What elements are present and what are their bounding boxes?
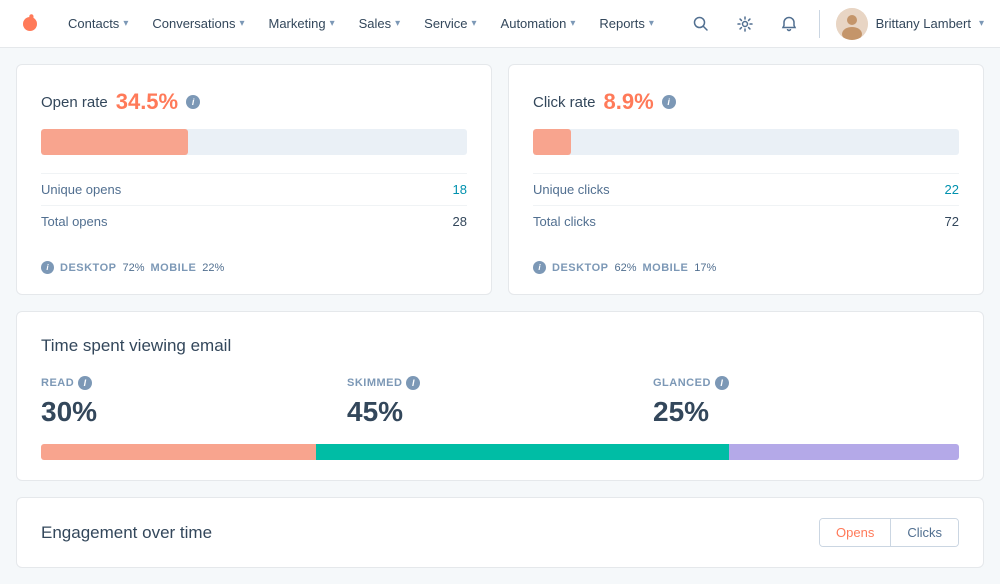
total-clicks-label: Total clicks	[533, 214, 596, 229]
nav-divider	[819, 10, 820, 38]
click-rate-card: Click rate 8.9% i Unique clicks 22 Total…	[508, 64, 984, 295]
open-rate-footer: i DESKTOP 72% MOBILE 22%	[41, 251, 467, 274]
cards-row: Open rate 34.5% i Unique opens 18 Total …	[16, 64, 984, 295]
chevron-down-icon: ▾	[472, 18, 477, 29]
open-rate-card: Open rate 34.5% i Unique opens 18 Total …	[16, 64, 492, 295]
read-label: READ i	[41, 376, 331, 390]
open-rate-progress-fill	[41, 129, 188, 155]
chevron-down-icon: ▾	[395, 18, 400, 29]
nav-item-contacts[interactable]: Contacts ▾	[56, 0, 140, 48]
click-rate-title: Click rate 8.9% i	[533, 89, 959, 115]
unique-opens-label: Unique opens	[41, 182, 121, 197]
avatar	[836, 8, 868, 40]
read-info-icon[interactable]: i	[78, 376, 92, 390]
chevron-down-icon: ▾	[570, 18, 575, 29]
nav-user[interactable]: Brittany Lambert ▾	[836, 8, 984, 40]
navbar: Contacts ▾ Conversations ▾ Marketing ▾ S…	[0, 0, 1000, 48]
time-bar-skimmed	[316, 444, 729, 460]
skimmed-info-icon[interactable]: i	[406, 376, 420, 390]
unique-opens-value: 18	[453, 182, 467, 197]
total-clicks-row: Total clicks 72	[533, 205, 959, 237]
click-rate-progress-fill	[533, 129, 571, 155]
mobile-value: 17%	[694, 262, 716, 274]
time-spent-card: Time spent viewing email READ i 30% SKIM…	[16, 311, 984, 481]
chevron-down-icon: ▾	[979, 18, 984, 29]
nav-right: Brittany Lambert ▾	[687, 8, 984, 40]
glanced-stat: GLANCED i 25%	[653, 376, 959, 428]
total-clicks-value: 72	[945, 214, 959, 229]
nav-items: Contacts ▾ Conversations ▾ Marketing ▾ S…	[56, 0, 687, 48]
open-rate-value: 34.5%	[116, 89, 178, 115]
skimmed-stat: SKIMMED i 45%	[347, 376, 653, 428]
toggle-clicks-button[interactable]: Clicks	[891, 519, 958, 546]
unique-clicks-label: Unique clicks	[533, 182, 610, 197]
nav-username: Brittany Lambert	[876, 16, 971, 31]
mobile-label: MOBILE	[643, 262, 689, 274]
nav-item-sales[interactable]: Sales ▾	[347, 0, 413, 48]
time-bar-read	[41, 444, 316, 460]
main-content: Open rate 34.5% i Unique opens 18 Total …	[0, 48, 1000, 584]
unique-clicks-row: Unique clicks 22	[533, 173, 959, 205]
open-rate-progress-track	[41, 129, 467, 155]
hubspot-logo[interactable]	[16, 10, 44, 38]
chevron-down-icon: ▾	[330, 18, 335, 29]
desktop-label: DESKTOP	[60, 262, 116, 274]
click-rate-progress-track	[533, 129, 959, 155]
chevron-down-icon: ▾	[123, 18, 128, 29]
click-rate-footer: i DESKTOP 62% MOBILE 17%	[533, 251, 959, 274]
time-bar-glanced	[729, 444, 959, 460]
mobile-value: 22%	[202, 262, 224, 274]
bottom-card-title: Engagement over time	[41, 523, 212, 543]
open-rate-title: Open rate 34.5% i	[41, 89, 467, 115]
time-bar-container	[41, 444, 959, 460]
skimmed-value: 45%	[347, 396, 637, 428]
time-spent-title: Time spent viewing email	[41, 336, 959, 356]
total-opens-label: Total opens	[41, 214, 108, 229]
time-stats: READ i 30% SKIMMED i 45% GLANCED i 25%	[41, 376, 959, 428]
unique-clicks-value: 22	[945, 182, 959, 197]
nav-item-reports[interactable]: Reports ▾	[587, 0, 666, 48]
bell-icon[interactable]	[775, 10, 803, 38]
glanced-label: GLANCED i	[653, 376, 943, 390]
desktop-label: DESKTOP	[552, 262, 608, 274]
nav-item-service[interactable]: Service ▾	[412, 0, 488, 48]
skimmed-label: SKIMMED i	[347, 376, 637, 390]
desktop-value: 72%	[122, 262, 144, 274]
nav-item-automation[interactable]: Automation ▾	[489, 0, 588, 48]
total-opens-value: 28	[453, 214, 467, 229]
chevron-down-icon: ▾	[649, 18, 654, 29]
nav-item-conversations[interactable]: Conversations ▾	[140, 0, 256, 48]
settings-icon[interactable]	[731, 10, 759, 38]
footer-info-icon: i	[41, 261, 54, 274]
search-icon[interactable]	[687, 10, 715, 38]
glanced-value: 25%	[653, 396, 943, 428]
read-value: 30%	[41, 396, 331, 428]
click-rate-info-icon[interactable]: i	[662, 95, 676, 109]
glanced-info-icon[interactable]: i	[715, 376, 729, 390]
click-rate-value: 8.9%	[604, 89, 654, 115]
unique-opens-row: Unique opens 18	[41, 173, 467, 205]
chevron-down-icon: ▾	[239, 18, 244, 29]
total-opens-row: Total opens 28	[41, 205, 467, 237]
footer-info-icon: i	[533, 261, 546, 274]
toggle-group: Opens Clicks	[819, 518, 959, 547]
mobile-label: MOBILE	[151, 262, 197, 274]
nav-item-marketing[interactable]: Marketing ▾	[256, 0, 346, 48]
open-rate-info-icon[interactable]: i	[186, 95, 200, 109]
toggle-opens-button[interactable]: Opens	[820, 519, 891, 546]
read-stat: READ i 30%	[41, 376, 347, 428]
bottom-card: Engagement over time Opens Clicks	[16, 497, 984, 568]
desktop-value: 62%	[614, 262, 636, 274]
